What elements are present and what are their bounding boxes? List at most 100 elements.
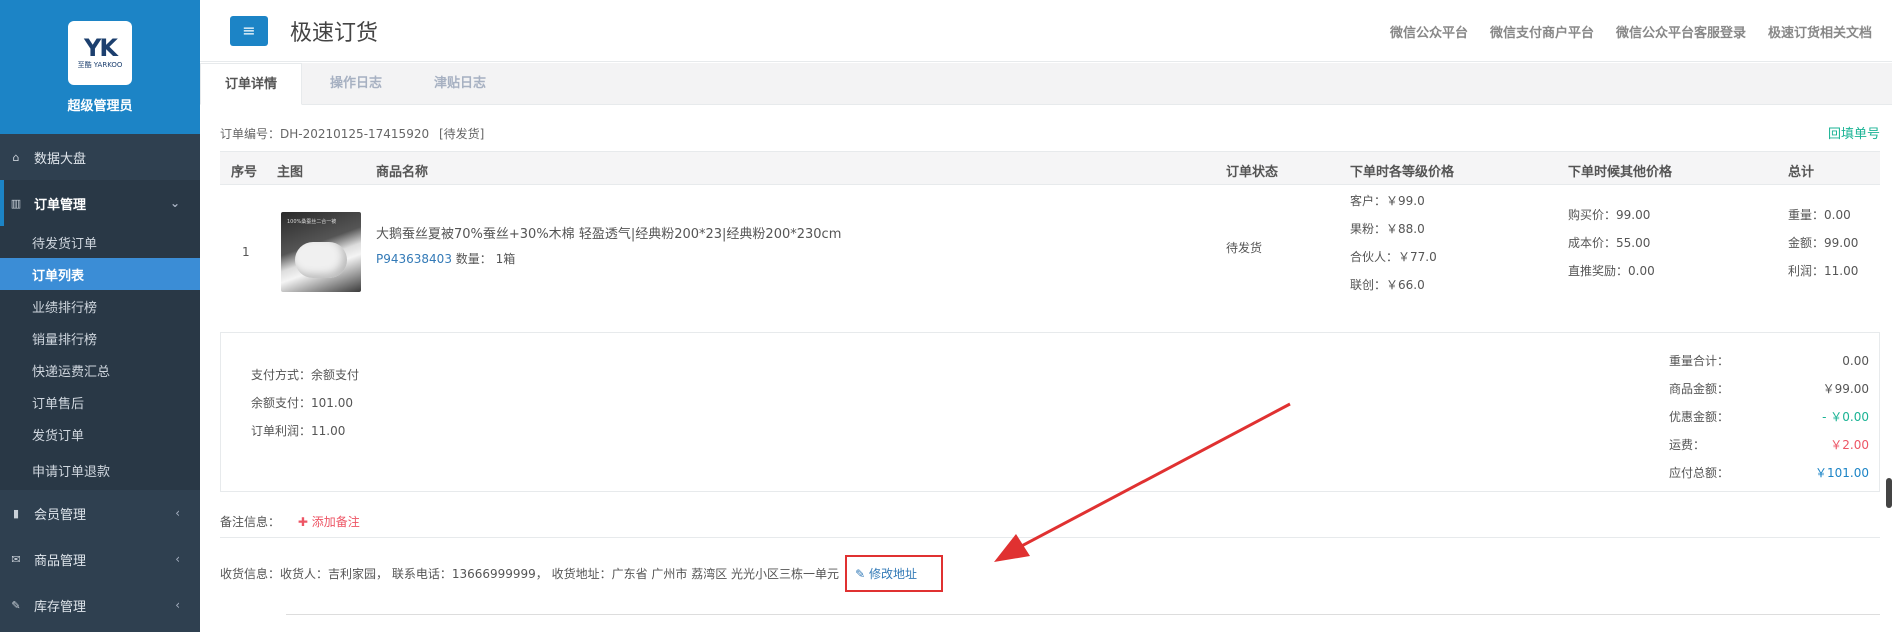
sidebar-sub-shipped-orders[interactable]: 发货订单 bbox=[0, 418, 200, 450]
price-fan: 果粉：￥88.0 bbox=[1350, 222, 1425, 236]
balance-paid: 余额支付：101.00 bbox=[251, 396, 353, 410]
shipping-text: 收货信息：收货人：吉利家园， 联系电话：13666999999， 收货地址：广东… bbox=[220, 567, 840, 581]
order-status: 待发货 bbox=[1226, 241, 1263, 255]
columns-icon: ▥ bbox=[10, 196, 22, 210]
table-header: 序号 主图 商品名称 订单状态 下单时各等级价格 下单时候其他价格 总计 bbox=[220, 151, 1880, 185]
payment-info: 支付方式：余额支付 余额支付：101.00 订单利润：11.00 bbox=[251, 361, 359, 445]
row-totals: 重量：0.00 金额：99.00 利润：11.00 bbox=[1788, 201, 1858, 285]
sidebar-item-label: 会员管理 bbox=[34, 507, 87, 523]
col-image: 主图 bbox=[277, 165, 304, 180]
shipping-info: 收货信息：收货人：吉利家园， 联系电话：13666999999， 收货地址：广东… bbox=[220, 555, 943, 592]
tab-order-detail[interactable]: 订单详情 bbox=[200, 63, 303, 105]
chevron-down-icon: ⌄ bbox=[169, 196, 180, 210]
shipping-fee-row: 运费： ￥2.00 bbox=[1669, 431, 1869, 459]
col-index: 序号 bbox=[231, 165, 258, 180]
col-level-prices: 下单时各等级价格 bbox=[1350, 165, 1455, 180]
discount-amount: - ￥0.00 bbox=[1822, 410, 1869, 424]
sidebar: YK 至酷 YARKOO 超级管理员 ⌂ 数据大盘 ▥ 订单管理 ⌄ 待发货订单… bbox=[0, 0, 200, 632]
image-caption: 100%桑蚕丝二合一被 bbox=[287, 219, 337, 225]
remark-label: 备注信息： bbox=[220, 515, 281, 529]
product-sku-link[interactable]: P943638403 bbox=[376, 252, 452, 266]
cost-price: 成本价：55.00 bbox=[1568, 236, 1651, 250]
envelope-icon: ✉ bbox=[11, 552, 21, 566]
divider bbox=[286, 614, 1880, 615]
total-weight-row: 重量合计： 0.00 bbox=[1669, 347, 1869, 375]
sidebar-sub-performance-rank[interactable]: 业绩排行榜 bbox=[0, 290, 200, 322]
discount-row: 优惠金额： - ￥0.00 bbox=[1669, 403, 1869, 431]
sidebar-sub-shipping-fee-summary[interactable]: 快递运费汇总 bbox=[0, 354, 200, 386]
remark-section: 备注信息： ✚ 添加备注 bbox=[220, 513, 360, 530]
hamburger-icon: ≡ bbox=[242, 21, 256, 40]
amount-totals: 重量合计： 0.00 商品金额： ￥99.00 优惠金额： - ￥0.00 运费： ￥2… bbox=[1669, 347, 1869, 487]
payable-total: ￥101.00 bbox=[1815, 466, 1869, 480]
sidebar-item-label: 订单管理 bbox=[34, 197, 87, 213]
order-profit: 订单利润：11.00 bbox=[251, 424, 346, 438]
order-status-tag: [待发货] bbox=[438, 127, 485, 141]
product-image[interactable]: 100%桑蚕丝二合一被 bbox=[281, 212, 361, 292]
top-links: 微信公众平台 微信支付商户平台 微信公众平台客服登录 极速订货相关文档 bbox=[1390, 22, 1872, 41]
sidebar-sub-order-list[interactable]: 订单列表 bbox=[0, 258, 200, 290]
col-product-name: 商品名称 bbox=[376, 165, 429, 180]
product-name: 大鹅蚕丝夏被70%蚕丝+30%木棉 轻盈透气|经典粉200*23|经典粉200*… bbox=[376, 227, 842, 242]
sidebar-item-inventory-management[interactable]: ✎ 库存管理 ‹ bbox=[0, 582, 200, 628]
payment-method: 支付方式：余额支付 bbox=[251, 368, 360, 382]
col-totals: 总计 bbox=[1788, 165, 1815, 180]
refill-tracking-link[interactable]: 回填单号 bbox=[1828, 123, 1880, 142]
order-number-line: 订单编号：DH-20210125-17415920 [待发货] bbox=[220, 125, 484, 142]
bar-chart-icon: ▮ bbox=[12, 506, 20, 520]
sidebar-sub-after-sales[interactable]: 订单售后 bbox=[0, 386, 200, 418]
chevron-left-icon: ‹ bbox=[175, 506, 180, 520]
add-remark-button[interactable]: ✚ 添加备注 bbox=[298, 515, 360, 529]
logo-subtext: 至酷 YARKOO bbox=[77, 61, 123, 69]
amount-total: 金额：99.00 bbox=[1788, 236, 1859, 250]
referral-bonus: 直推奖励：0.00 bbox=[1568, 264, 1655, 278]
edit-icon: ✎ bbox=[11, 598, 21, 612]
logo-mark: YK bbox=[84, 34, 118, 62]
level-prices: 客户：￥99.0 果粉：￥88.0 合伙人：￥77.0 联创：￥66.0 bbox=[1350, 187, 1437, 299]
top-bar: ≡ 极速订货 微信公众平台 微信支付商户平台 微信公众平台客服登录 极速订货相关… bbox=[200, 0, 1892, 62]
price-partner: 合伙人：￥77.0 bbox=[1350, 250, 1437, 264]
link-wechat-service-login[interactable]: 微信公众平台客服登录 bbox=[1616, 22, 1746, 41]
col-order-status: 订单状态 bbox=[1226, 165, 1279, 180]
table-row: 1 100%桑蚕丝二合一被 大鹅蚕丝夏被70%蚕丝+30%木棉 轻盈透气|经典粉… bbox=[220, 187, 1880, 307]
home-icon: ⌂ bbox=[12, 150, 20, 164]
link-docs[interactable]: 极速订货相关文档 bbox=[1768, 22, 1872, 41]
order-number-label: 订单编号： bbox=[220, 127, 281, 141]
price-cofounder: 联创：￥66.0 bbox=[1350, 278, 1425, 292]
weight-total: 重量：0.00 bbox=[1788, 208, 1851, 222]
tab-operation-log[interactable]: 操作日志 bbox=[306, 63, 406, 105]
sidebar-item-label: 数据大盘 bbox=[34, 151, 87, 167]
sidebar-item-member-management[interactable]: ▮ 会员管理 ‹ bbox=[0, 490, 200, 536]
sidebar-sub-sales-rank[interactable]: 销量排行榜 bbox=[0, 322, 200, 354]
sidebar-sub-refund-request[interactable]: 申请订单退款 bbox=[0, 450, 200, 490]
qty-label: 数量： bbox=[455, 252, 492, 266]
edit-icon: ✎ bbox=[855, 567, 869, 581]
tab-allowance-log[interactable]: 津贴日志 bbox=[410, 63, 510, 105]
brand-header: YK 至酷 YARKOO 超级管理员 bbox=[0, 0, 200, 134]
qty-value: 1箱 bbox=[495, 252, 516, 266]
link-wechat-pay-merchant[interactable]: 微信支付商户平台 bbox=[1490, 22, 1594, 41]
edit-address-button[interactable]: ✎ 修改地址 bbox=[845, 555, 943, 592]
sidebar-item-label: 商品管理 bbox=[34, 553, 87, 569]
payable-total-row: 应付总额： ￥101.00 bbox=[1669, 459, 1869, 487]
sidebar-sub-pending-orders[interactable]: 待发货订单 bbox=[0, 226, 200, 258]
sidebar-item-product-management[interactable]: ✉ 商品管理 ‹ bbox=[0, 536, 200, 582]
page-title: 极速订货 bbox=[290, 20, 379, 46]
scrollbar-handle[interactable] bbox=[1886, 478, 1892, 508]
sidebar-item-order-management[interactable]: ▥ 订单管理 ⌄ bbox=[0, 180, 200, 226]
plus-icon: ✚ bbox=[297, 515, 312, 529]
row-index: 1 bbox=[242, 245, 250, 259]
goods-amount-row: 商品金额： ￥99.00 bbox=[1669, 375, 1869, 403]
tab-bar: 订单详情 操作日志 津贴日志 bbox=[200, 63, 1892, 105]
profit-total: 利润：11.00 bbox=[1788, 264, 1859, 278]
shipping-fee: ￥2.00 bbox=[1830, 438, 1869, 452]
user-role[interactable]: 超级管理员 bbox=[67, 95, 132, 114]
chevron-left-icon: ‹ bbox=[175, 552, 180, 566]
menu-toggle-button[interactable]: ≡ bbox=[230, 15, 268, 46]
price-customer: 客户：￥99.0 bbox=[1350, 194, 1425, 208]
link-wechat-platform[interactable]: 微信公众平台 bbox=[1390, 22, 1468, 41]
sidebar-item-label: 库存管理 bbox=[34, 599, 87, 615]
sidebar-item-dashboard[interactable]: ⌂ 数据大盘 bbox=[0, 134, 200, 180]
purchase-price: 购买价：99.00 bbox=[1568, 208, 1651, 222]
order-number: DH-20210125-17415920 bbox=[280, 127, 430, 141]
